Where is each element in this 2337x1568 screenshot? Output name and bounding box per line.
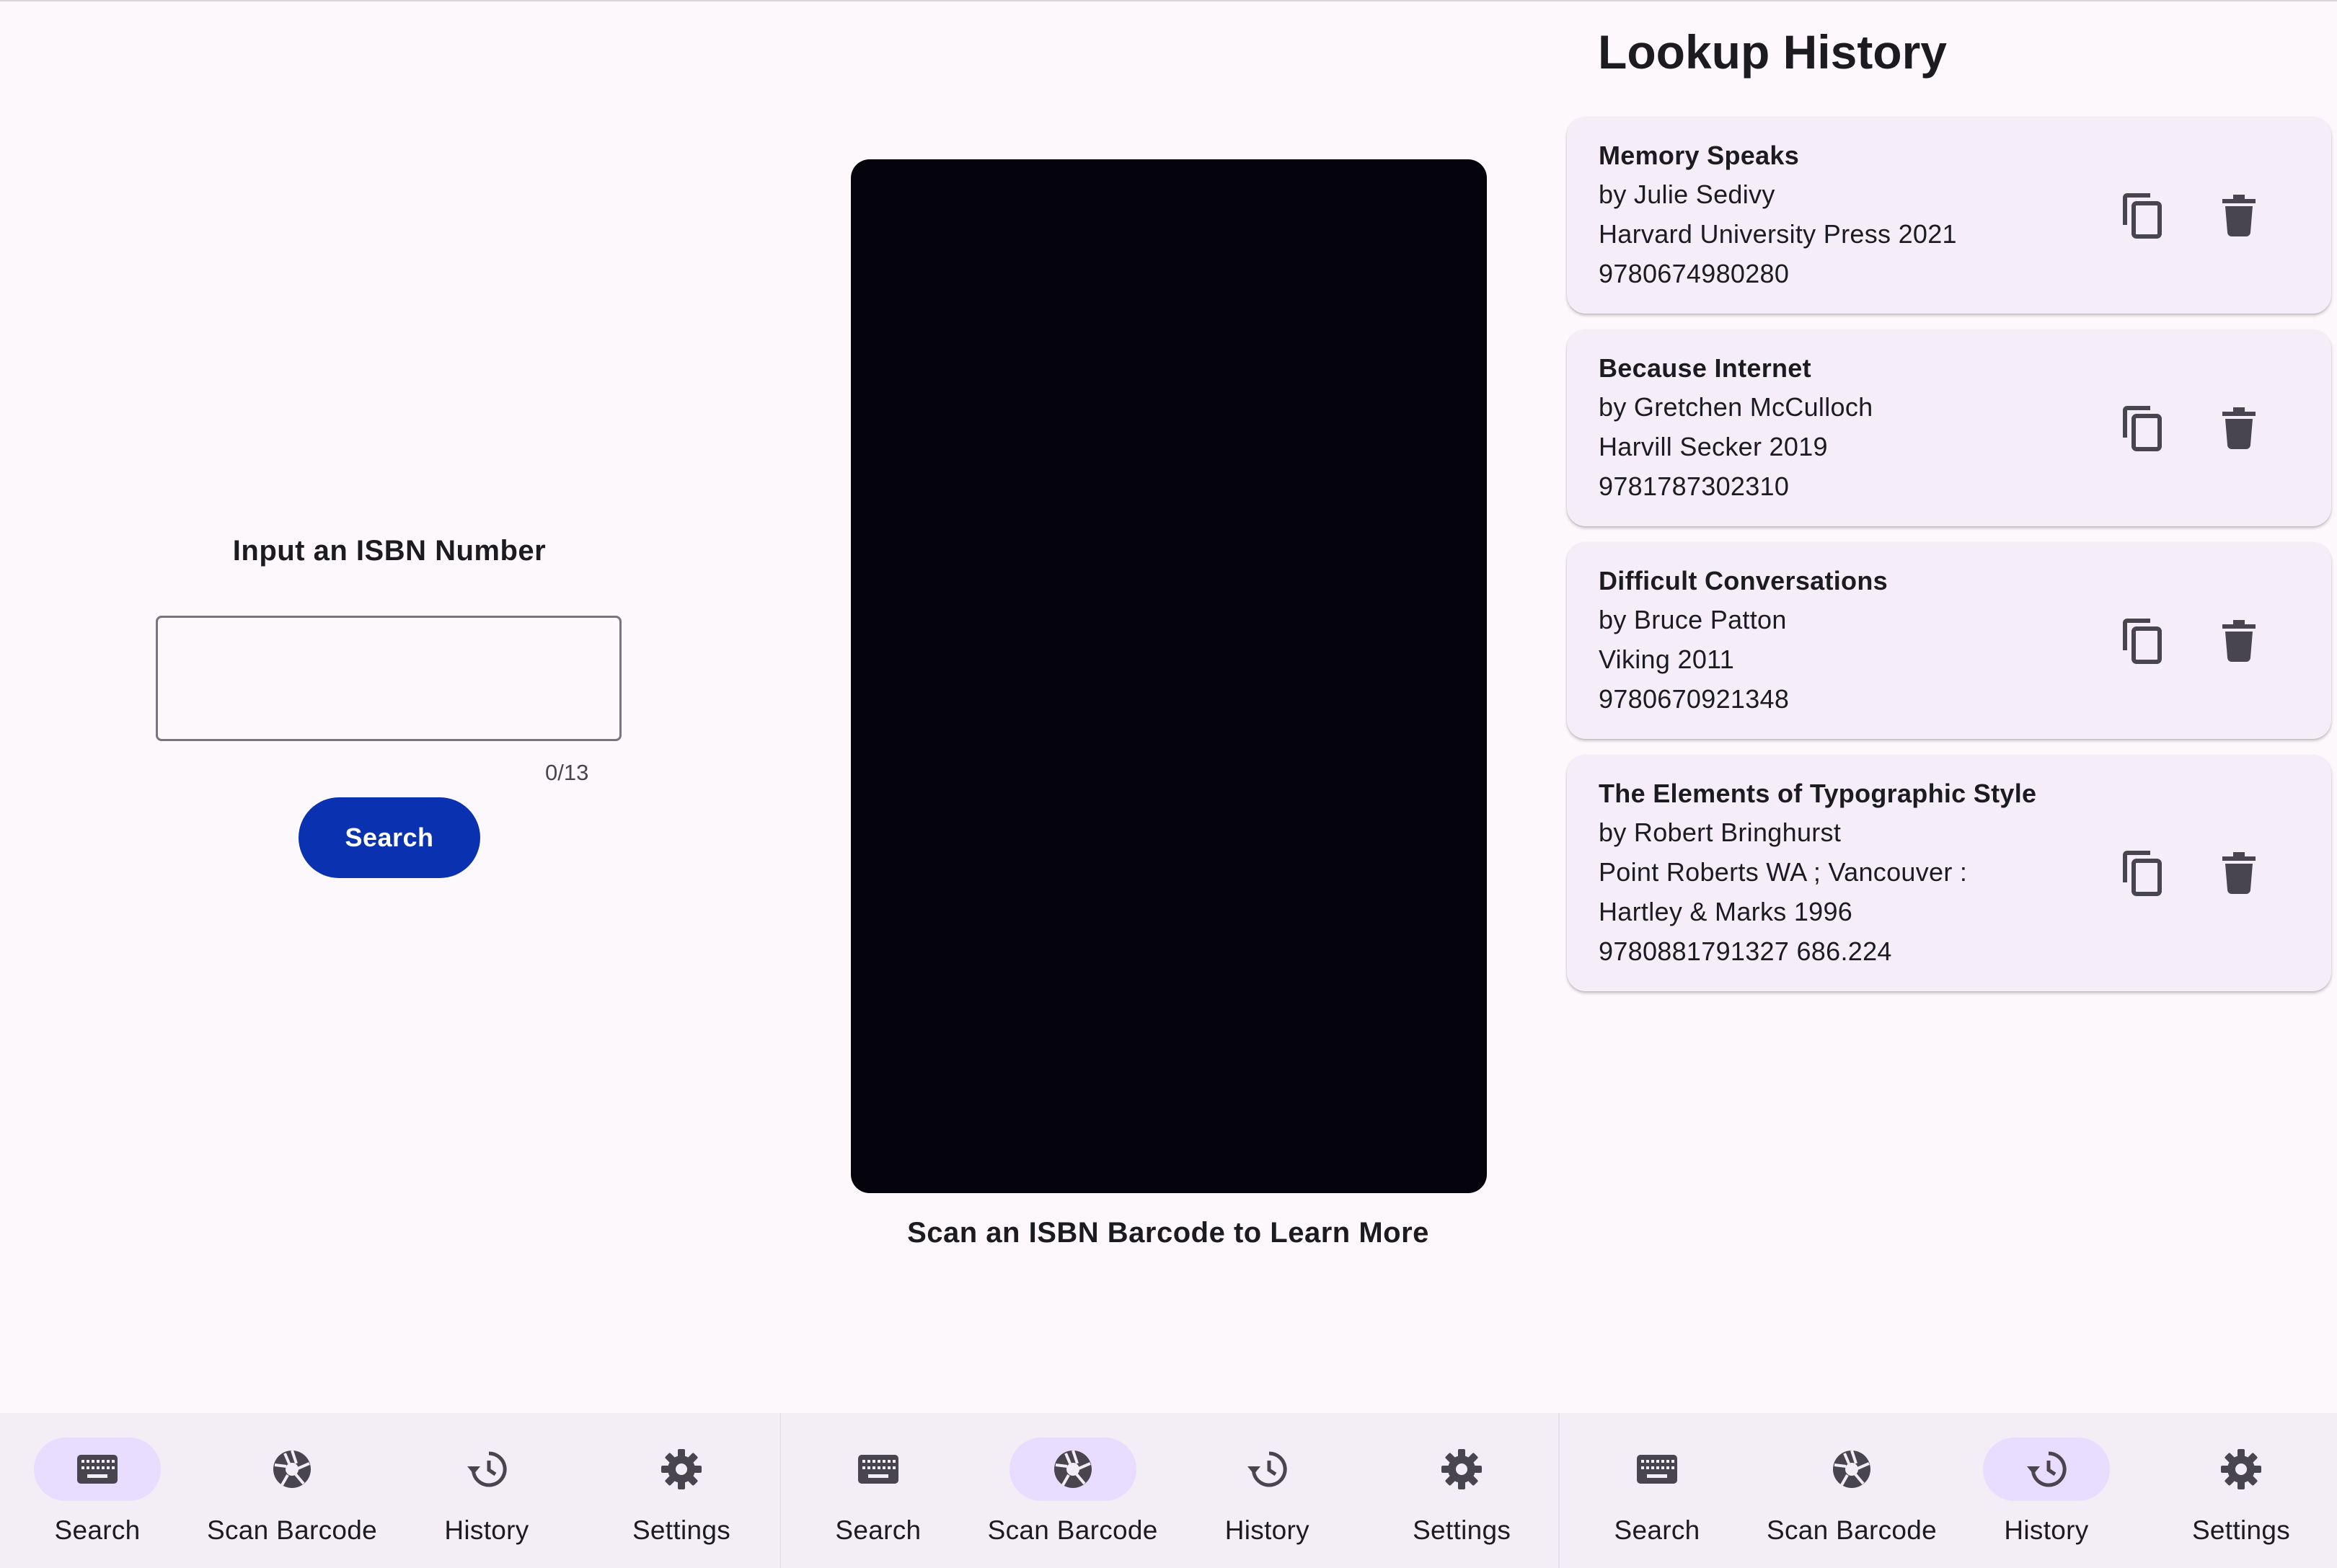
nav-item-search[interactable]: Search [0, 1413, 195, 1568]
nav-item-history[interactable]: History [389, 1413, 584, 1568]
nav-label: Search [54, 1515, 141, 1545]
card-actions [2119, 190, 2262, 241]
history-card[interactable]: The Elements of Typographic Style by Robe… [1567, 755, 2331, 991]
camera-preview[interactable] [851, 159, 1487, 1193]
nav-item-settings[interactable]: Settings [1364, 1413, 1559, 1568]
nav-item-search[interactable]: Search [781, 1413, 976, 1568]
copy-icon[interactable] [2119, 403, 2165, 453]
nav-label: Scan Barcode [206, 1515, 378, 1545]
card-actions [2119, 848, 2262, 898]
book-isbn: 9780881791327 686.224 [1599, 936, 1892, 966]
history-list: Memory Speaks by Julie Sedivy Harvard Univ… [1567, 117, 2331, 1007]
nav-label: Scan Barcode [1766, 1515, 1938, 1545]
keyboard-icon [815, 1438, 942, 1501]
history-card[interactable]: Because Internet by Gretchen McCulloch Har… [1567, 329, 2331, 526]
nav-item-settings[interactable]: Settings [2144, 1413, 2337, 1568]
camera-shutter-icon [229, 1438, 355, 1501]
nav-item-settings[interactable]: Settings [584, 1413, 779, 1568]
bottom-nav-bar: Search Scan Barcode History Settings [0, 1413, 779, 1568]
nav-label: Search [835, 1515, 922, 1545]
history-panel: Lookup History Memory Speaks by Julie Sed… [1558, 0, 2337, 1413]
copy-icon[interactable] [2119, 616, 2165, 666]
delete-icon[interactable] [2216, 403, 2262, 453]
camera-shutter-icon [1009, 1438, 1136, 1501]
bottom-nav-bar: Search Scan Barcode History Settings [779, 1413, 1559, 1568]
nav-label: History [1224, 1515, 1309, 1545]
isbn-input-label: Input an ISBN Number [232, 535, 547, 567]
character-counter: 0/13 [545, 760, 589, 785]
nav-label: Settings [1413, 1515, 1511, 1545]
nav-item-search[interactable]: Search [1560, 1413, 1754, 1568]
history-card[interactable]: Memory Speaks by Julie Sedivy Harvard Univ… [1567, 117, 2331, 314]
copy-icon[interactable] [2119, 848, 2165, 898]
page-title: Lookup History [1598, 25, 1948, 79]
nav-label: History [444, 1515, 529, 1545]
keyboard-icon [34, 1438, 161, 1501]
nav-label: Search [1614, 1515, 1700, 1545]
book-title: The Elements of Typographic Style [1599, 779, 2037, 808]
scan-caption: Scan an ISBN Barcode to Learn More [907, 1217, 1429, 1249]
delete-icon[interactable] [2216, 190, 2262, 241]
book-title: Difficult Conversations [1599, 566, 1888, 595]
copy-icon[interactable] [2119, 190, 2165, 241]
bottom-nav-bar: Search Scan Barcode History Settings [1558, 1413, 2337, 1568]
history-icon [1203, 1438, 1330, 1501]
gear-icon [618, 1438, 745, 1501]
nav-label: Settings [632, 1515, 731, 1545]
nav-item-scan-barcode[interactable]: Scan Barcode [195, 1413, 389, 1568]
keyboard-icon [1594, 1438, 1720, 1501]
gear-icon [1398, 1438, 1525, 1501]
book-title: Memory Speaks [1599, 141, 1800, 170]
nav-label: Settings [2191, 1515, 2291, 1545]
scan-panel: Scan an ISBN Barcode to Learn More [779, 0, 1558, 1413]
book-isbn: 9780674980280 [1599, 259, 1790, 288]
history-icon [423, 1438, 550, 1501]
nav-item-history[interactable]: History [1949, 1413, 2144, 1568]
nav-item-scan-barcode[interactable]: Scan Barcode [1754, 1413, 1949, 1568]
book-isbn: 9780670921348 [1599, 684, 1790, 714]
gear-icon [2178, 1438, 2305, 1501]
nav-label: Scan Barcode [987, 1515, 1158, 1545]
search-panel: Input an ISBN Number 0/13 Search [0, 0, 779, 1413]
history-icon [1983, 1438, 2110, 1501]
nav-item-history[interactable]: History [1170, 1413, 1365, 1568]
nav-item-scan-barcode[interactable]: Scan Barcode [976, 1413, 1170, 1568]
card-actions [2119, 403, 2262, 453]
delete-icon[interactable] [2216, 848, 2262, 898]
history-card[interactable]: Difficult Conversations by Bruce Patton Vi… [1567, 542, 2331, 739]
book-title: Because Internet [1599, 353, 1811, 383]
delete-icon[interactable] [2216, 616, 2262, 666]
isbn-input[interactable] [156, 616, 622, 741]
card-actions [2119, 616, 2262, 666]
book-isbn: 9781787302310 [1599, 471, 1790, 501]
camera-shutter-icon [1788, 1438, 1915, 1501]
book-author: by Robert Bringhurst [1599, 818, 1842, 847]
nav-label: History [2004, 1515, 2089, 1545]
search-button[interactable]: Search [299, 797, 480, 878]
